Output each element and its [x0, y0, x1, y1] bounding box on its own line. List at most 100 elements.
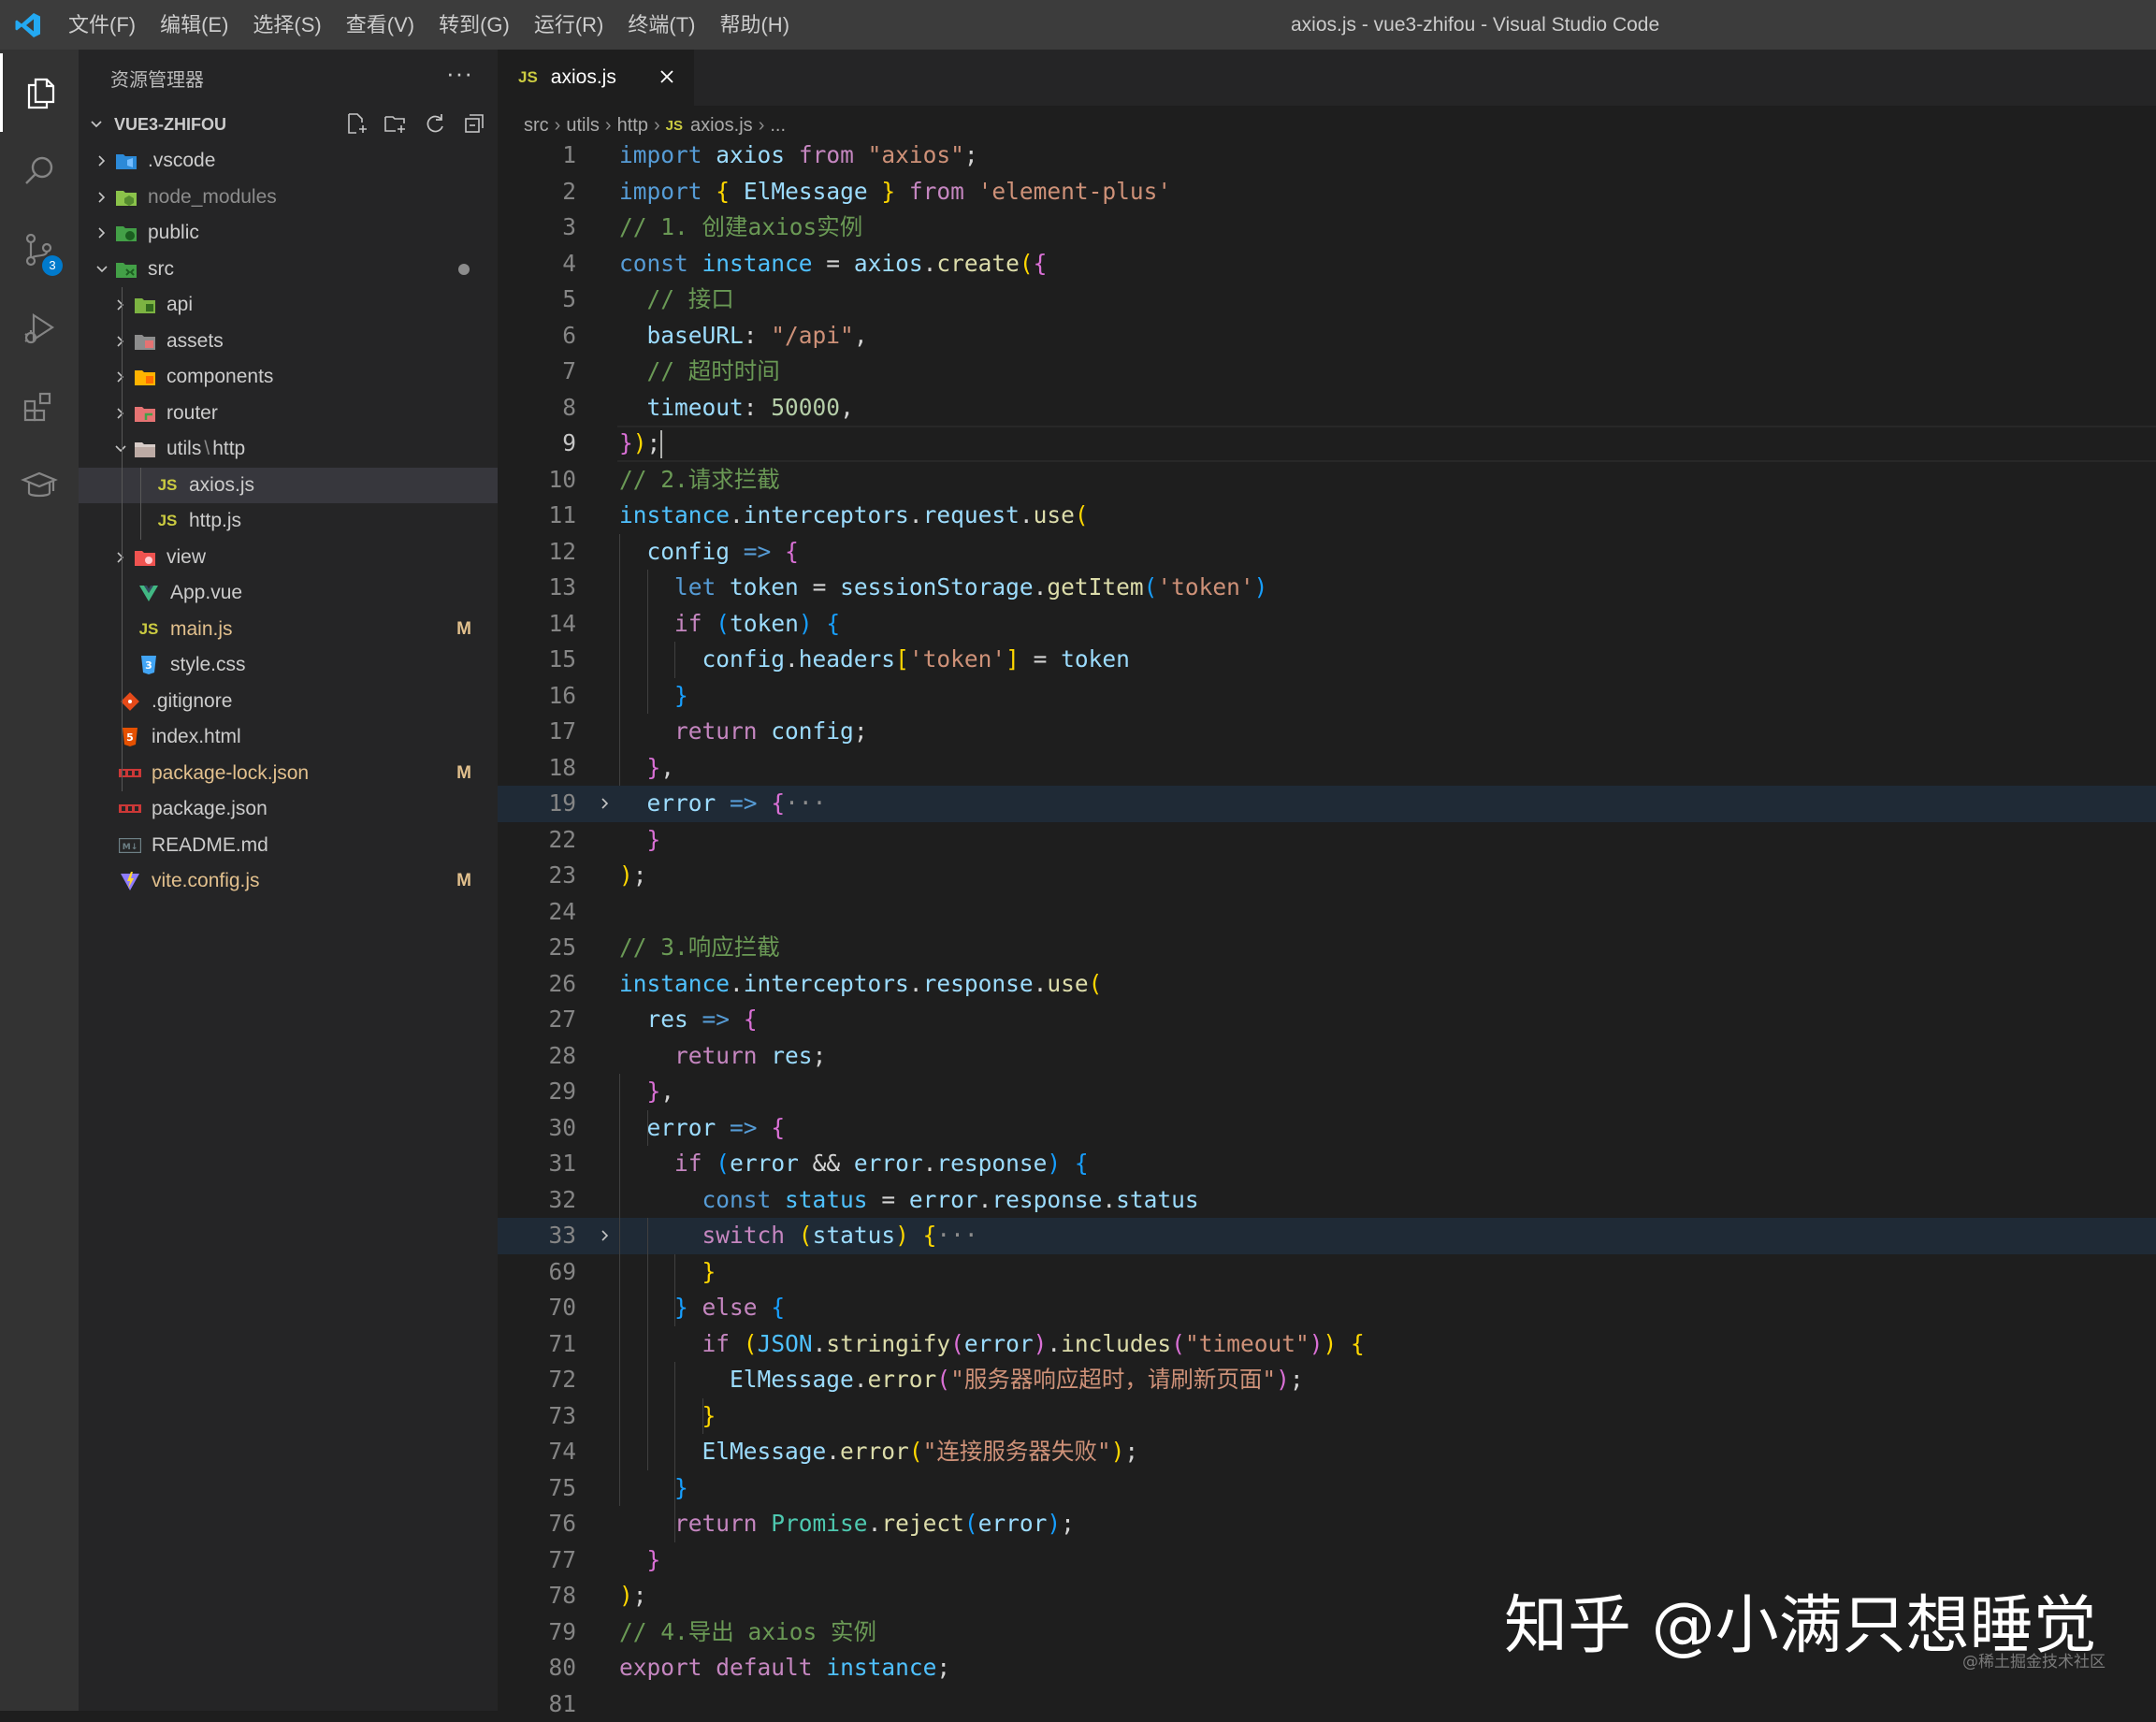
file-item[interactable]: 5index.html — [79, 719, 498, 756]
code-token: . — [730, 970, 744, 997]
folder-item[interactable]: components — [79, 359, 498, 396]
tree-item-label: vite.config.js — [152, 870, 260, 892]
menu-item[interactable]: 运行(R) — [522, 0, 616, 50]
code-token: } — [619, 429, 633, 456]
education-icon[interactable] — [0, 446, 79, 525]
code-token: && — [799, 1150, 854, 1177]
menu-item[interactable]: 文件(F) — [56, 0, 148, 50]
tab-axios-js[interactable]: JS axios.js — [498, 50, 694, 106]
workspace-section-header[interactable]: VUE3-ZHIFOU — [79, 106, 498, 143]
html-file-icon: 5 — [116, 727, 144, 747]
code-token: includes — [1061, 1330, 1171, 1357]
menu-item[interactable]: 编辑(E) — [148, 0, 240, 50]
file-item[interactable]: vite.config.jsM — [79, 863, 498, 900]
collapse-all-icon[interactable] — [460, 108, 488, 139]
code-token: ) — [619, 861, 633, 889]
code-token: ( — [716, 1150, 730, 1177]
extensions-icon[interactable] — [0, 368, 79, 446]
folder-item[interactable]: assets — [79, 324, 498, 360]
more-actions-icon[interactable]: ··· — [446, 59, 473, 88]
code-token — [619, 1474, 674, 1501]
file-item[interactable]: JSaxios.js — [79, 468, 498, 504]
vscode-logo-icon — [0, 0, 56, 50]
file-item[interactable]: M↓README.md — [79, 828, 498, 864]
code-token: response — [923, 970, 1034, 997]
file-tree: .vscode node_modulespublicsrcapiassetscom… — [79, 143, 498, 900]
code-token: } — [702, 1402, 716, 1429]
code-text: // 3.响应拦截 — [619, 930, 780, 966]
files-icon[interactable] — [0, 53, 79, 132]
code-token: instance — [826, 1654, 936, 1681]
file-item[interactable]: package.json — [79, 791, 498, 828]
code-line: 18 }, — [498, 750, 2156, 787]
folder-item[interactable]: .vscode — [79, 143, 498, 180]
fold-chevron-icon[interactable] — [595, 786, 615, 822]
breadcrumb-utils[interactable]: utils — [566, 115, 600, 137]
breadcrumb-symbol[interactable]: ... — [770, 115, 786, 137]
search-icon[interactable] — [0, 132, 79, 210]
folder-item[interactable]: api — [79, 287, 498, 324]
folder-item[interactable]: router — [79, 396, 498, 432]
menu-bar: 文件(F)编辑(E)选择(S)查看(V)转到(G)运行(R)终端(T)帮助(H) — [56, 0, 802, 50]
indent-guide — [619, 1074, 620, 1506]
run-debug-icon[interactable] — [0, 289, 79, 368]
tree-item-label: node_modules — [148, 186, 277, 209]
line-number: 4 — [498, 246, 576, 282]
code-line: 72 ElMessage.error("服务器响应超时，请刷新页面"); — [498, 1362, 2156, 1398]
line-number: 75 — [498, 1470, 576, 1507]
code-token — [702, 610, 716, 637]
file-item[interactable]: 3style.css — [79, 647, 498, 684]
code-token: { — [716, 178, 730, 205]
folder-item[interactable]: public — [79, 215, 498, 252]
code-token: use — [1047, 970, 1088, 997]
breadcrumb-file[interactable]: axios.js — [690, 115, 753, 137]
explorer-sidebar: 资源管理器 ··· VUE3-ZHIFOU .vscodenode_module… — [79, 50, 498, 1711]
code-token: . — [1102, 1186, 1116, 1213]
code-text: // 4.导出 axios 实例 — [619, 1614, 876, 1651]
code-token: [ — [895, 645, 909, 673]
folder-item[interactable]: node_modules — [79, 180, 498, 216]
menu-item[interactable]: 选择(S) — [240, 0, 333, 50]
file-item[interactable]: JShttp.js — [79, 503, 498, 540]
folder-item[interactable]: utils\http — [79, 431, 498, 468]
menu-item[interactable]: 查看(V) — [334, 0, 427, 50]
refresh-icon[interactable] — [421, 108, 449, 139]
fold-chevron-icon[interactable] — [595, 1218, 615, 1254]
tree-item-label: http — [212, 438, 245, 460]
code-token: ) — [1310, 1330, 1324, 1357]
breadcrumb-src[interactable]: src — [524, 115, 549, 137]
code-token: response — [991, 1186, 1102, 1213]
code-token: return — [674, 717, 758, 745]
code-token: if — [674, 610, 702, 637]
code-token: const — [619, 250, 688, 277]
code-line: 3// 1. 创建axios实例 — [498, 210, 2156, 246]
js-file-icon: JS — [153, 512, 181, 530]
code-token — [909, 1222, 923, 1249]
menu-item[interactable]: 帮助(H) — [707, 0, 802, 50]
folder-item[interactable]: view — [79, 540, 498, 576]
new-file-icon[interactable] — [342, 108, 370, 139]
new-folder-icon[interactable] — [382, 108, 410, 139]
source-control-icon[interactable]: 3 — [0, 210, 79, 289]
file-item[interactable]: JSmain.jsM — [79, 612, 498, 648]
code-text: // 1. 创建axios实例 — [619, 210, 862, 246]
code-token: , — [660, 1078, 674, 1105]
menu-item[interactable]: 终端(T) — [615, 0, 707, 50]
css-file-icon: 3 — [135, 655, 163, 675]
code-token: = — [799, 573, 840, 601]
code-token: status — [813, 1222, 896, 1249]
file-item[interactable]: App.vue — [79, 575, 498, 612]
code-line: 17 return config; — [498, 714, 2156, 750]
line-number: 81 — [498, 1686, 576, 1722]
file-item[interactable]: package-lock.jsonM — [79, 756, 498, 792]
code-text: if (error && error.response) { — [619, 1146, 1089, 1182]
breadcrumb-http[interactable]: http — [617, 115, 648, 137]
menu-item[interactable]: 转到(G) — [427, 0, 522, 50]
folder-item[interactable]: src — [79, 252, 498, 288]
close-icon[interactable] — [653, 63, 681, 91]
router-folder-icon — [131, 404, 159, 423]
code-token: error — [854, 1150, 923, 1177]
file-item[interactable]: .gitignore — [79, 684, 498, 720]
code-token: ( — [964, 1510, 978, 1537]
code-editor[interactable]: 1import axios from "axios";2import { ElM… — [498, 145, 2156, 1711]
